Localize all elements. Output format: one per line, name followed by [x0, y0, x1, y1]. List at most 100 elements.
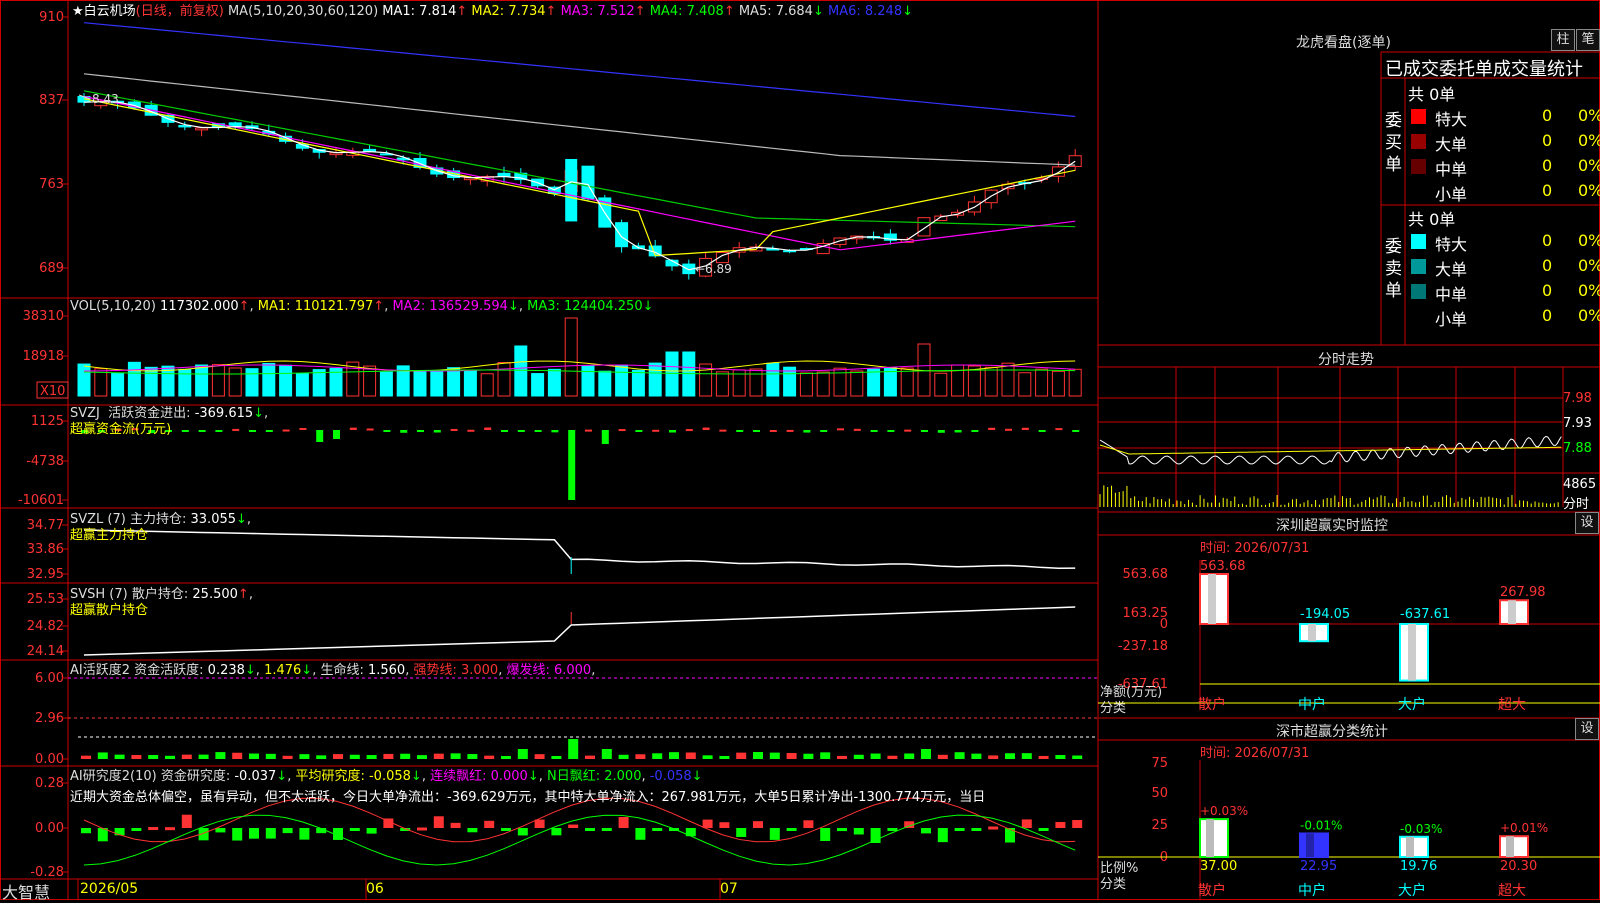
research-bar-39 — [736, 828, 747, 837]
active-bar-42 — [786, 752, 797, 759]
ai-research-v1: -0.037 — [234, 769, 277, 784]
dragon-title: 龙虎看盘(逐单) — [1296, 35, 1391, 51]
sell-row-swatch-3 — [1411, 309, 1426, 324]
buy-row-swatch-0 — [1411, 109, 1426, 124]
monitor-settings-button[interactable]: 设 — [1575, 512, 1599, 534]
classify-ylabel2: 分类 — [1100, 877, 1127, 892]
svzj-bar-56 — [1021, 427, 1029, 430]
active-tick-2: 0.00 — [35, 752, 64, 767]
ma-label: MA(5,10,20,30,60,120) — [227, 4, 379, 19]
monitor-value-label-0: 563.68 — [1200, 559, 1246, 574]
vol-bar-2 — [111, 372, 125, 397]
svzj-bar-30 — [585, 429, 592, 432]
classify-change-label-2: -0.03% — [1400, 822, 1442, 836]
vol-bar-10 — [245, 368, 259, 397]
svzj-bar-15 — [333, 430, 340, 439]
vol-ma2: 136529.594 — [429, 299, 508, 314]
vol-arrow: ↑ — [238, 299, 250, 314]
classify-category-1: 中户 — [1298, 882, 1326, 899]
vol-bar-41 — [766, 362, 780, 397]
svzj-bar-20 — [417, 430, 424, 433]
vol-tick-0: 38310 — [23, 309, 64, 324]
ai-research-red-label: 连续飘红: — [430, 769, 487, 784]
research-bar-51 — [937, 828, 948, 843]
research-bar-24 — [484, 820, 495, 828]
classify-bar-shade-3 — [1506, 836, 1514, 857]
buy-row-name-0: 特大 — [1435, 110, 1468, 129]
research-bar-33 — [635, 828, 646, 840]
active-bar-26 — [517, 749, 528, 759]
ai-research-comment: 近期大资金总体偏空，虽有异动，但不太活跃，今日大单净流出：-369.629万元，… — [70, 790, 986, 805]
svzj-bar-36 — [685, 429, 693, 432]
active-bar-9 — [232, 752, 243, 759]
vol-bar-6 — [178, 368, 192, 397]
monitor-value-label-1: -194.05 — [1300, 607, 1350, 622]
stock-title-row: ★白云机场(日线，前复权) MA(5,10,20,30,60,120) MA1:… — [72, 0, 913, 19]
classify-change-label-1: -0.01% — [1300, 818, 1342, 832]
classify-settings-button[interactable]: 设 — [1575, 718, 1599, 740]
ai-research-label: 资金研究度: — [160, 769, 231, 784]
active-bar-38 — [719, 755, 730, 759]
research-bar-56 — [1021, 819, 1032, 828]
vol-bar-28 — [547, 368, 561, 397]
svzj-bar-42 — [786, 429, 794, 432]
active-bar-59 — [1072, 755, 1083, 759]
svzj-bar-51 — [937, 430, 945, 433]
star-icon[interactable]: ★ — [72, 4, 84, 19]
active-bar-35 — [669, 752, 679, 759]
intraday-price-high: 7.98 — [1563, 391, 1592, 406]
sell-side-label: 委卖单 — [1385, 237, 1402, 301]
buy-total: 共 0单 — [1408, 85, 1456, 104]
sell-row-name-0: 特大 — [1435, 235, 1468, 254]
svzj-bar-28 — [551, 430, 559, 433]
ma-value-3: MA3: 7.512 — [560, 4, 635, 19]
research-bar-29 — [568, 824, 579, 828]
vol-header: VOL(5,10,20) — [70, 299, 156, 314]
classify-value-label-3: 20.30 — [1500, 859, 1537, 874]
svzj-bar-12 — [282, 429, 290, 432]
active-bar-23 — [467, 754, 478, 759]
volume-title-row: VOL(5,10,20) 117302.000↑, MA1: 110121.79… — [70, 299, 654, 314]
active-bar-11 — [265, 753, 276, 759]
vol-bar-57 — [1035, 368, 1049, 397]
active-bar-18 — [383, 753, 394, 759]
research-bar-11 — [265, 828, 276, 839]
sell-row-name-3: 小单 — [1435, 310, 1468, 329]
brand-label[interactable]: 大智慧 — [2, 879, 50, 903]
chart-mode: (日线，前复权) — [135, 4, 224, 19]
buy-row-name-2: 中单 — [1435, 160, 1468, 179]
active-bar-24 — [484, 755, 495, 759]
ma-arrow-1: ↑ — [456, 4, 472, 19]
active-bar-43 — [803, 753, 814, 759]
svzj-bar-50 — [921, 430, 928, 432]
dragon-tick-button[interactable]: 笔 — [1576, 29, 1600, 51]
vol-bar-59 — [1068, 368, 1082, 397]
ai-active-v1: 0.238 — [207, 663, 245, 678]
ma-value-1: MA1: 7.814 — [382, 4, 457, 19]
svzl-value: 33.055 — [190, 512, 237, 527]
monitor-category-1: 中户 — [1298, 696, 1326, 713]
ai-active-burst: 爆发线: 6.000 — [506, 663, 592, 678]
research-bar-2 — [114, 828, 125, 836]
buy-row-count-1: 0 — [1542, 131, 1553, 150]
svzj-bar-35 — [669, 430, 676, 433]
monitor-ytick-2: 0 — [1160, 617, 1168, 632]
active-bar-13 — [299, 754, 310, 759]
research-bar-5 — [165, 827, 175, 831]
svzl-sub: 超赢主力持仓 — [70, 528, 149, 543]
intraday-price-line — [1099, 435, 1562, 465]
dragon-bar-button[interactable]: 柱 — [1551, 29, 1575, 51]
active-bar-45 — [837, 755, 847, 759]
ai-active-label: 资金活跃度: — [134, 663, 204, 678]
research-bar-12 — [282, 828, 293, 834]
vol-bar-7 — [195, 364, 209, 397]
svsh-tick-0: 25.53 — [27, 592, 64, 607]
svzj-bar-49 — [904, 429, 912, 432]
svzj-bar-57 — [1038, 430, 1046, 432]
svzj-bar-21 — [433, 430, 441, 433]
svsh-line — [83, 606, 1076, 656]
svzj-bar-23 — [467, 429, 475, 432]
ma-values: MA1: 7.814↑ MA2: 7.734↑ MA3: 7.512↑ MA4:… — [382, 4, 913, 19]
svzj-bar-34 — [652, 429, 660, 432]
vol-bar-9 — [228, 367, 242, 397]
